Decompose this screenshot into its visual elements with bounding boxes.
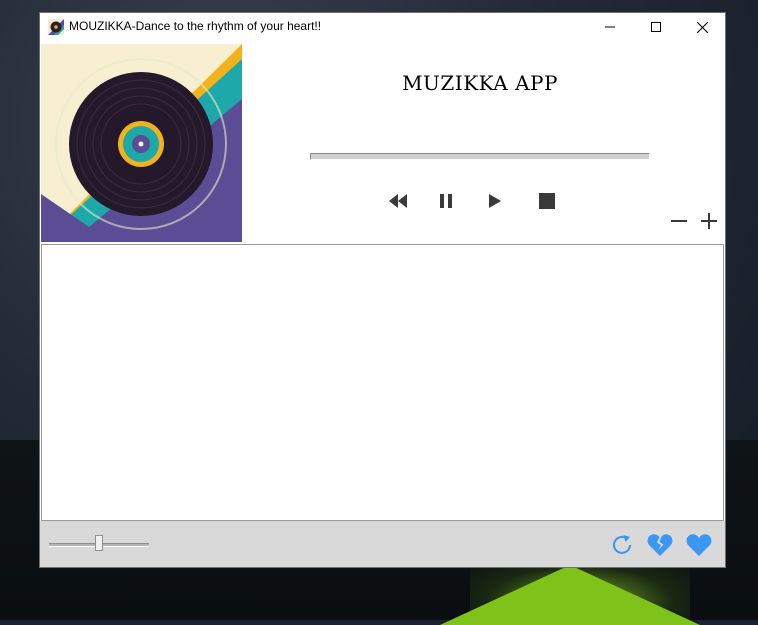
tent	[440, 565, 700, 625]
app-window: MOUZIKKA-Dance to the rhythm of your hea…	[39, 12, 726, 568]
app-icon	[48, 19, 64, 35]
like-button[interactable]	[685, 531, 713, 559]
pause-button[interactable]	[433, 189, 459, 213]
rewind-icon	[389, 194, 407, 208]
volume-up-button[interactable]	[698, 211, 720, 231]
stop-button[interactable]	[534, 189, 560, 213]
broken-heart-icon	[647, 534, 673, 556]
refresh-icon	[613, 535, 631, 554]
heart-icon	[686, 534, 712, 556]
window-title: MOUZIKKA-Dance to the rhythm of your hea…	[69, 19, 322, 33]
play-icon	[489, 194, 501, 208]
refresh-button[interactable]	[608, 531, 636, 559]
minus-icon	[671, 220, 687, 222]
maximize-button[interactable]	[633, 13, 679, 41]
bottom-toolbar	[40, 521, 725, 567]
close-button[interactable]	[679, 13, 725, 41]
vinyl-record-image	[41, 44, 242, 242]
plus-icon	[701, 213, 717, 229]
minimize-button[interactable]	[587, 13, 633, 41]
maximize-icon	[651, 22, 661, 32]
volume-slider[interactable]	[49, 535, 149, 551]
rewind-button[interactable]	[385, 189, 411, 213]
song-progress-bar[interactable]	[310, 153, 650, 160]
playlist-box[interactable]	[41, 244, 724, 521]
pause-icon	[440, 194, 452, 208]
album-art	[41, 44, 242, 242]
dislike-button[interactable]	[646, 531, 674, 559]
stop-icon	[539, 193, 555, 209]
volume-down-button[interactable]	[668, 211, 690, 231]
play-button[interactable]	[482, 189, 508, 213]
title-bar: MOUZIKKA-Dance to the rhythm of your hea…	[40, 13, 725, 41]
app-title: MUZIKKA APP	[402, 71, 558, 95]
minimize-icon	[605, 26, 615, 28]
slider-thumb[interactable]	[95, 535, 103, 551]
close-icon	[696, 21, 708, 33]
